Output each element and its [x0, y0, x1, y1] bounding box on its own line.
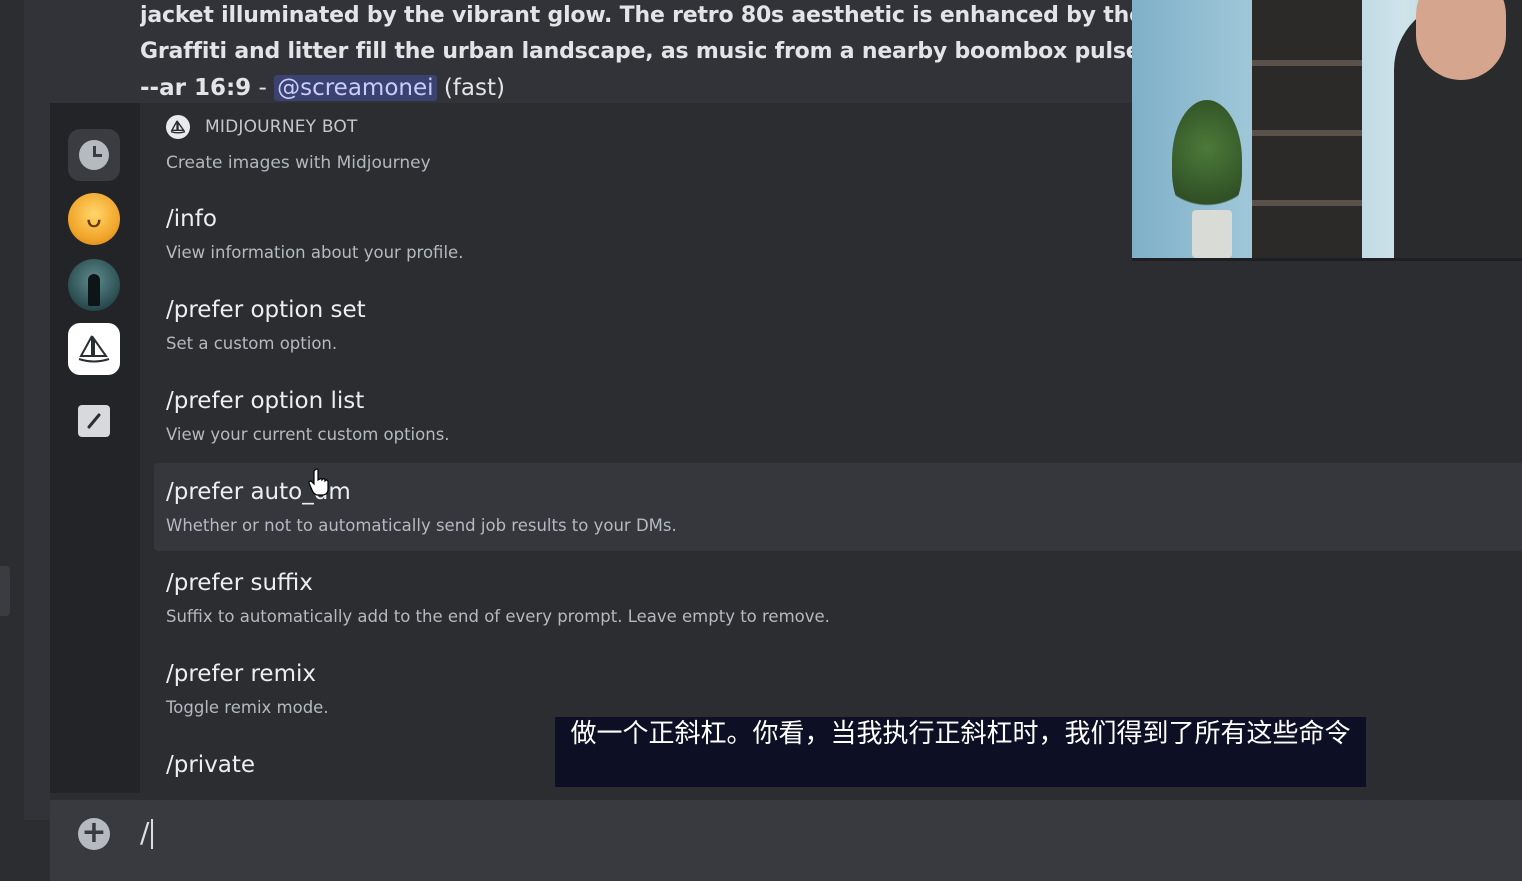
cat-face-icon: ᴗ — [86, 204, 102, 234]
command-item-prefer-suffix[interactable]: /prefer suffix Suffix to automatically a… — [154, 554, 1522, 642]
discord-window: jacket illuminated by the vibrant glow. … — [0, 0, 1522, 881]
command-item-prefer-option-set[interactable]: /prefer option set Set a custom option. — [154, 281, 1522, 369]
message-line-3: --ar 16:9 - @screamonei (fast) — [140, 70, 1140, 106]
text-caret — [151, 819, 154, 849]
video-subtitle: 做一个正斜杠。你看，当我执行正斜杠时，我们得到了所有这些命令 — [555, 717, 1366, 787]
command-description: Toggle remix mode. — [166, 698, 329, 717]
plant — [1172, 100, 1242, 220]
scroll-handle[interactable] — [0, 566, 10, 616]
command-name: /info — [166, 206, 217, 232]
bot-section-header: MIDJOURNEY BOT — [166, 115, 358, 139]
command-item-prefer-option-list[interactable]: /prefer option list View your current cu… — [154, 372, 1522, 460]
app-avatar-cat[interactable]: ᴗ — [68, 193, 120, 245]
command-name: /prefer option set — [166, 297, 366, 323]
user-mention[interactable]: @screamonei — [274, 75, 437, 101]
server-sidebar-edge — [0, 0, 24, 881]
command-item-prefer-auto-dm[interactable]: /prefer auto_dm Whether or not to automa… — [154, 463, 1522, 551]
command-description: View information about your profile. — [166, 243, 464, 262]
command-name: /private — [166, 752, 256, 778]
message-line-1: jacket illuminated by the vibrant glow. … — [140, 3, 1140, 28]
message-line-2: Graffiti and litter fill the urban lands… — [140, 39, 1140, 64]
command-description: Whether or not to automatically send job… — [166, 516, 677, 535]
aspect-ratio-param: --ar 16:9 — [140, 75, 252, 101]
midjourney-app-button[interactable] — [68, 323, 120, 375]
command-description: Set a custom option. — [166, 334, 338, 353]
bot-name: MIDJOURNEY BOT — [205, 117, 358, 137]
plus-icon: + — [81, 815, 107, 850]
hand-cursor-icon — [308, 468, 329, 496]
clock-icon — [79, 140, 109, 170]
app-rail: ᴗ — [50, 103, 140, 793]
figure-icon — [88, 274, 100, 306]
input-value: / — [140, 816, 150, 849]
sidebar-bottom — [24, 820, 50, 881]
webcam-overlay — [1132, 0, 1522, 261]
speed-mode: (fast) — [436, 75, 505, 101]
presenter — [1394, 0, 1522, 258]
message-input[interactable]: / — [140, 816, 154, 849]
command-description: View your current custom options. — [166, 425, 450, 444]
message-input-bar[interactable]: + / — [50, 800, 1522, 881]
presenter-face — [1416, 0, 1506, 80]
add-attachment-button[interactable]: + — [78, 815, 110, 850]
plant-pot — [1192, 210, 1232, 258]
separator: - — [251, 75, 275, 101]
sailboat-icon — [78, 335, 110, 363]
chat-message: jacket illuminated by the vibrant glow. … — [140, 0, 1140, 106]
midjourney-bot-avatar — [166, 115, 190, 139]
bookshelf — [1252, 0, 1362, 258]
command-description: Suffix to automatically add to the end o… — [166, 607, 830, 626]
app-avatar-figure[interactable] — [68, 259, 120, 311]
recent-commands-button[interactable] — [68, 129, 120, 181]
built-in-commands-button[interactable] — [78, 405, 110, 437]
slash-icon — [87, 413, 101, 429]
command-name: /prefer option list — [166, 388, 365, 414]
command-name: /prefer suffix — [166, 570, 313, 596]
bot-description: Create images with Midjourney — [166, 153, 431, 173]
sailboat-icon — [170, 120, 186, 134]
command-name: /prefer remix — [166, 661, 316, 687]
